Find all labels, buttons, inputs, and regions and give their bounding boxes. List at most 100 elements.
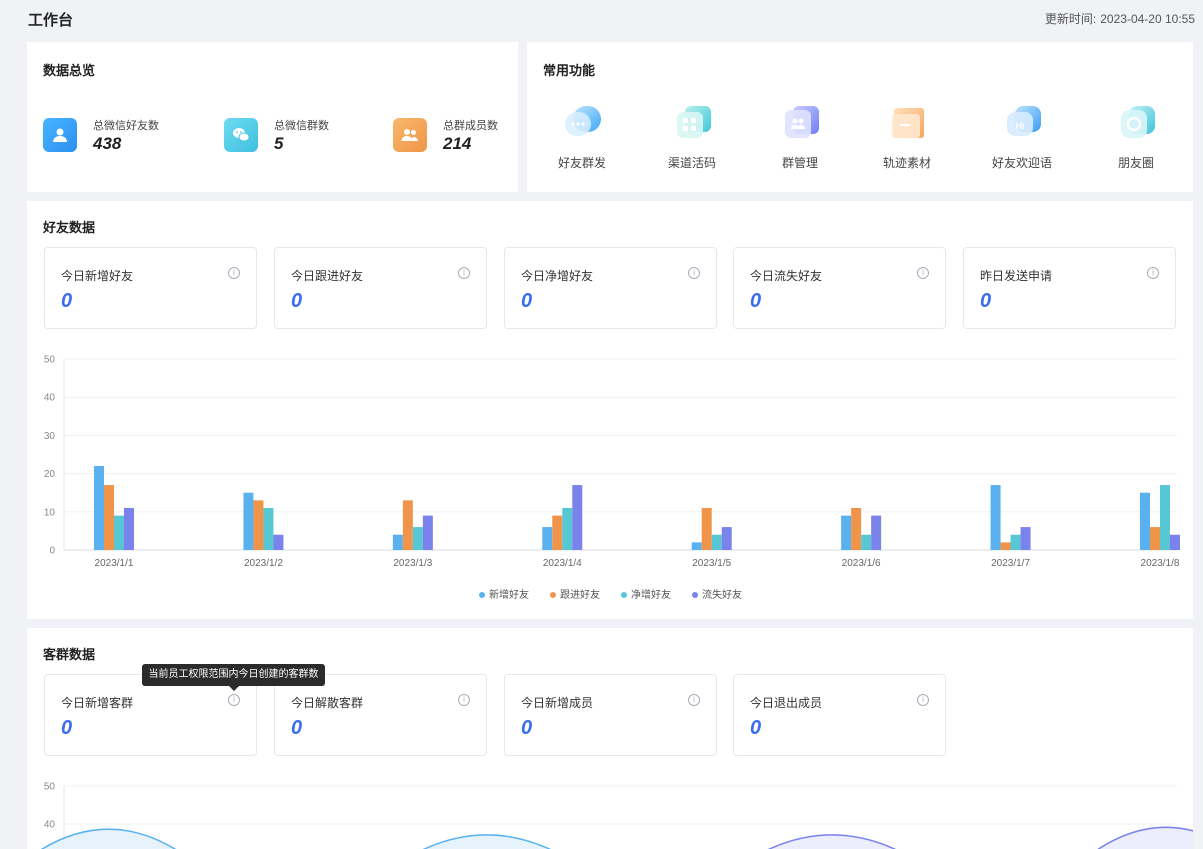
bar[interactable]	[263, 507, 274, 550]
bar[interactable]	[841, 515, 852, 550]
kpi-value: 0	[521, 717, 533, 739]
bar[interactable]	[104, 485, 114, 550]
y-tick-label: 50	[44, 355, 56, 366]
x-tick-label: 2023/1/6	[842, 558, 881, 569]
shortcut-label: 好友群发	[557, 156, 606, 170]
bar[interactable]	[114, 515, 124, 550]
shortcuts-card: 常用功能 好友群发 渠道活码 群管理 轨迹素材 Hi 好友欢迎语 朋友圈	[527, 42, 1193, 192]
bar[interactable]	[422, 515, 433, 550]
kpi-label: 今日跟进好友	[291, 269, 364, 283]
overview-card: 数据总览 总微信好友数 438 总微信群数 5 总群成员数 214	[27, 42, 518, 192]
bar[interactable]	[721, 527, 732, 550]
kpi-value: 0	[61, 290, 73, 312]
kpi-net-friends: 今日净增好友 i 0	[504, 247, 717, 329]
info-icon[interactable]: i	[917, 694, 929, 706]
info-tooltip: 当前员工权限范围内今日创建的客群数	[142, 664, 325, 691]
kpi-label: 昨日发送申请	[980, 269, 1053, 283]
kpi-value: 0	[291, 717, 303, 739]
overview-title: 数据总览	[43, 63, 96, 78]
legend-marker	[692, 592, 698, 598]
group-members-icon	[393, 118, 427, 152]
info-icon[interactable]: i	[1147, 267, 1159, 279]
y-tick-label: 30	[44, 431, 56, 442]
svg-text:Hi: Hi	[1016, 121, 1025, 131]
bar[interactable]	[253, 500, 264, 550]
group-area-chart: 40 50	[40, 782, 1193, 849]
bar[interactable]	[542, 527, 553, 550]
bar[interactable]	[273, 534, 284, 550]
kpi-value: 0	[750, 290, 762, 312]
chat-bubble-icon	[565, 106, 601, 136]
shortcut-label: 渠道活码	[667, 156, 716, 170]
x-tick-label: 2023/1/7	[991, 558, 1030, 569]
stat-total-members: 总群成员数 214	[393, 114, 518, 158]
qr-code-icon	[677, 106, 711, 138]
stat-total-groups: 总微信群数 5	[224, 114, 374, 158]
stat-total-friends: 总微信好友数 438	[43, 114, 193, 158]
bar[interactable]	[1150, 527, 1160, 550]
y-tick-label: 50	[44, 782, 56, 793]
bar[interactable]	[691, 542, 702, 550]
bar[interactable]	[94, 465, 104, 550]
shortcut-label: 好友欢迎语	[991, 156, 1052, 170]
bar[interactable]	[572, 485, 583, 550]
shortcut-moments[interactable]: 朋友圈	[1091, 102, 1181, 174]
folder-icon	[892, 108, 924, 138]
info-icon[interactable]: i	[917, 267, 929, 279]
kpi-label: 今日流失好友	[750, 269, 823, 283]
friend-bar-chart: 0 10 20 30 40 50 2023/1/1 2023/1/2 2023/1/3 2023/…	[44, 355, 1180, 601]
kpi-dissolved-groups: 今日解散客群 i 0	[274, 674, 487, 756]
bar[interactable]	[861, 534, 872, 550]
wechat-icon	[224, 118, 258, 152]
bar[interactable]	[1020, 527, 1031, 550]
info-icon[interactable]: i	[688, 267, 700, 279]
bar[interactable]	[552, 515, 563, 550]
info-icon[interactable]: i	[228, 267, 240, 279]
bar[interactable]	[871, 515, 882, 550]
moments-icon	[1121, 106, 1155, 138]
info-icon[interactable]: i	[458, 267, 470, 279]
update-time-value: 2023-04-20 10:55	[1100, 12, 1195, 26]
bar[interactable]	[402, 500, 413, 550]
shortcut-group-manage[interactable]: 群管理	[755, 102, 845, 174]
legend-label[interactable]: 流失好友	[702, 588, 742, 601]
bar[interactable]	[711, 534, 722, 550]
bar[interactable]	[562, 507, 573, 550]
y-tick-label: 40	[44, 393, 56, 404]
legend-label[interactable]: 净增好友	[631, 588, 671, 601]
shortcut-welcome-message[interactable]: Hi 好友欢迎语	[977, 102, 1067, 174]
stat-value: 5	[274, 134, 284, 153]
bar[interactable]	[1160, 485, 1170, 550]
bar[interactable]	[990, 485, 1001, 550]
shortcut-friend-broadcast[interactable]: 好友群发	[537, 102, 627, 174]
bar[interactable]	[701, 507, 712, 550]
bar[interactable]	[124, 507, 134, 550]
bar[interactable]	[851, 507, 862, 550]
legend-label[interactable]: 新增好友	[489, 588, 529, 601]
shortcut-trace-material[interactable]: 轨迹素材	[862, 102, 952, 174]
legend-label[interactable]: 跟进好友	[560, 588, 600, 601]
info-icon[interactable]: i	[458, 694, 470, 706]
bar[interactable]	[412, 527, 423, 550]
kpi-label: 今日净增好友	[521, 269, 594, 283]
info-icon[interactable]: i	[688, 694, 700, 706]
shortcut-channel-qrcode[interactable]: 渠道活码	[647, 102, 737, 174]
bar[interactable]	[1010, 534, 1021, 550]
y-tick-label: 10	[44, 507, 56, 518]
page-title: 工作台	[28, 12, 74, 29]
legend-marker	[479, 592, 485, 598]
kpi-new-groups: 今日新增客群 i 0	[44, 674, 257, 756]
bar[interactable]	[243, 492, 254, 550]
bar[interactable]	[392, 534, 403, 550]
bar[interactable]	[1170, 534, 1180, 550]
update-time-label: 更新时间:	[1044, 12, 1097, 26]
bar[interactable]	[1000, 542, 1011, 550]
y-tick-label: 20	[44, 469, 56, 480]
stat-value: 438	[93, 134, 122, 153]
group-data-title: 客群数据	[43, 647, 96, 662]
shortcut-label: 朋友圈	[1117, 156, 1154, 170]
info-icon[interactable]: i	[228, 694, 240, 706]
x-tick-label: 2023/1/4	[543, 558, 582, 569]
kpi-value: 0	[521, 290, 533, 312]
bar[interactable]	[1140, 492, 1150, 550]
